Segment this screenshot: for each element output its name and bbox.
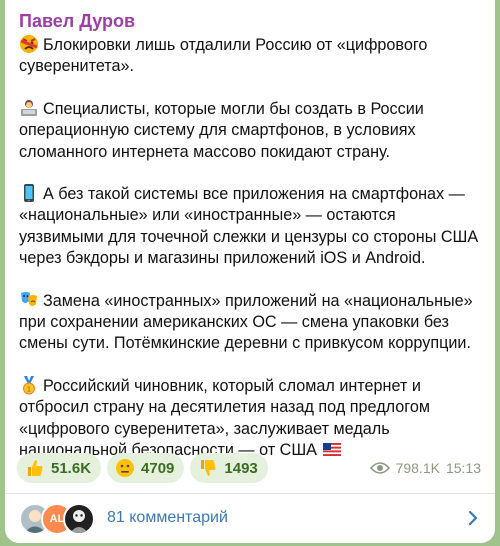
thumbs-down-icon [201,460,217,476]
reaction-thumbs-down[interactable]: 1493 [190,453,268,483]
message-paragraph: Специалисты, которые могли бы создать в … [19,98,481,163]
commenter-avatars: AL [19,503,97,535]
message-paragraph: Блокировки лишь отдалили Россию от «цифр… [19,34,481,78]
mobile-phone-icon [24,184,34,203]
paragraph-text: Блокировки лишь отдалили Россию от «цифр… [19,36,428,76]
message-footer: 51.6K 4709 1493 798.1K 15:13 [17,453,483,487]
theater-masks-icon [21,291,37,306]
paragraph-text: А без такой системы все приложения на см… [19,185,479,268]
paragraph-text: Замена «иностранных» приложений на «наци… [19,291,473,353]
reaction-count: 4709 [141,459,175,477]
message-bubble: Павел Дуров Блокировки лишь отдалили Рос… [5,0,495,543]
medal-icon: 1 [23,375,35,395]
divider [5,493,495,494]
comments-label: 81 комментарий [107,509,228,526]
eye-icon [369,462,390,474]
reactions-bar: 51.6K 4709 1493 [17,453,268,483]
message-meta: 798.1K 15:13 [369,460,481,476]
svg-text:1: 1 [27,385,31,393]
reaction-count: 51.6K [51,459,92,477]
thumbs-up-icon [28,460,43,476]
avatar [63,503,95,535]
technologist-icon [21,99,37,116]
reaction-count: 1493 [224,459,258,477]
comments-button[interactable]: AL 81 комментарий [19,500,481,536]
channel-author-name[interactable]: Павел Дуров [19,10,481,32]
reaction-neutral-face[interactable]: 4709 [107,453,185,483]
angry-face-icon [20,35,38,53]
view-count: 798.1K [395,460,440,476]
chevron-right-icon [468,510,478,526]
message-time: 15:13 [445,460,481,476]
paragraph-text: Российский чиновник, который сломал инте… [19,376,430,460]
neutral-face-icon [116,459,135,477]
message-paragraph: Замена «иностранных» приложений на «наци… [19,290,481,355]
message-paragraph: А без такой системы все приложения на см… [19,183,481,270]
reaction-thumbs-up[interactable]: 51.6K [17,453,102,483]
message-paragraph: 1 Российский чиновник, который сломал ин… [19,375,481,462]
paragraph-text: Специалисты, которые могли бы создать в … [19,99,424,161]
